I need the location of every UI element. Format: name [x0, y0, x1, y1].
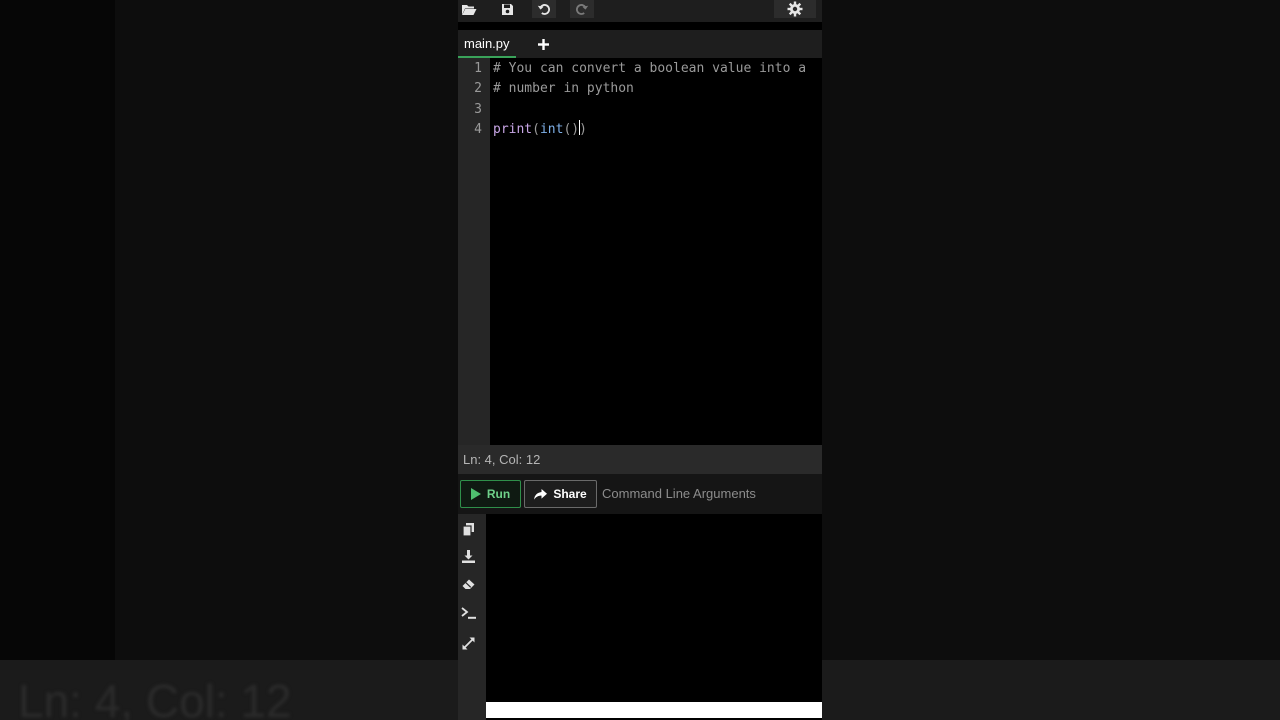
- expand-icon: [462, 637, 474, 649]
- code-line[interactable]: 4 print(int()): [458, 120, 822, 140]
- line-number: 3: [474, 102, 482, 117]
- undo-button[interactable]: [532, 0, 556, 18]
- online-python-ide: main.py 1 # You can convert a boolean va…: [458, 0, 822, 720]
- line-number: 2: [474, 81, 482, 96]
- code-editor[interactable]: 1 # You can convert a boolean value into…: [458, 58, 822, 445]
- share-button[interactable]: Share: [524, 480, 597, 508]
- redo-icon: [576, 4, 589, 15]
- file-tab-bar: main.py: [458, 30, 822, 58]
- settings-button[interactable]: [774, 0, 816, 18]
- redo-button[interactable]: [570, 0, 594, 18]
- clear-console-button[interactable]: [458, 574, 478, 594]
- background-blurred-status-text: Ln: 4, Col: 12: [18, 675, 292, 720]
- undo-icon: [537, 4, 550, 15]
- cursor-position: Ln: 4, Col: 12: [463, 452, 541, 467]
- command-line-arguments-input[interactable]: [600, 480, 819, 507]
- plus-icon: [537, 38, 549, 50]
- share-button-label: Share: [553, 487, 587, 501]
- download-icon: [461, 549, 475, 563]
- share-icon: [534, 488, 548, 500]
- paren-open: (: [532, 122, 540, 137]
- tab-main-py[interactable]: main.py: [458, 30, 516, 58]
- top-toolbar: [458, 0, 822, 22]
- save-button[interactable]: [498, 0, 516, 18]
- eraser-icon: [462, 579, 474, 589]
- console-stdin-input[interactable]: [486, 702, 822, 718]
- settings-gear-icon: [787, 1, 803, 17]
- background-blurred-status: Ln: 4, Col: 12: [0, 660, 458, 720]
- run-button-label: Run: [486, 487, 511, 501]
- background-left-blur: [0, 0, 458, 720]
- download-output-button[interactable]: [458, 546, 478, 566]
- code-line[interactable]: 1 # You can convert a boolean value into…: [458, 59, 822, 79]
- interactive-mode-button[interactable]: [458, 603, 478, 623]
- run-button[interactable]: Run: [460, 480, 521, 508]
- editor-status-bar: Ln: 4, Col: 12: [458, 445, 822, 474]
- console-toolbar: [458, 514, 486, 720]
- background-strip: [822, 660, 1280, 720]
- line-number: 1: [474, 61, 482, 76]
- int-builtin: int: [539, 122, 564, 137]
- open-folder-icon: [462, 4, 477, 15]
- terminal-icon: [460, 607, 476, 619]
- copy-icon: [462, 522, 474, 536]
- background-shade: [0, 0, 115, 660]
- code-comment: # You can convert a boolean value into a: [493, 61, 807, 76]
- paren-close: ): [579, 122, 587, 137]
- code-line[interactable]: 3: [458, 100, 822, 120]
- open-file-button[interactable]: [460, 0, 478, 18]
- code-statement: print(int()): [493, 120, 587, 140]
- print-keyword: print: [493, 122, 533, 137]
- line-number: 4: [474, 122, 482, 137]
- add-file-button[interactable]: [536, 30, 550, 58]
- copy-output-button[interactable]: [458, 519, 478, 539]
- run-action-bar: Run Share: [458, 474, 822, 514]
- code-line[interactable]: 2 # number in python: [458, 79, 822, 99]
- background-right-blur: [822, 0, 1280, 720]
- console-output[interactable]: [486, 514, 822, 702]
- code-comment: # number in python: [493, 81, 634, 96]
- play-icon: [470, 488, 481, 500]
- save-icon: [501, 3, 513, 15]
- expand-console-button[interactable]: [458, 633, 478, 653]
